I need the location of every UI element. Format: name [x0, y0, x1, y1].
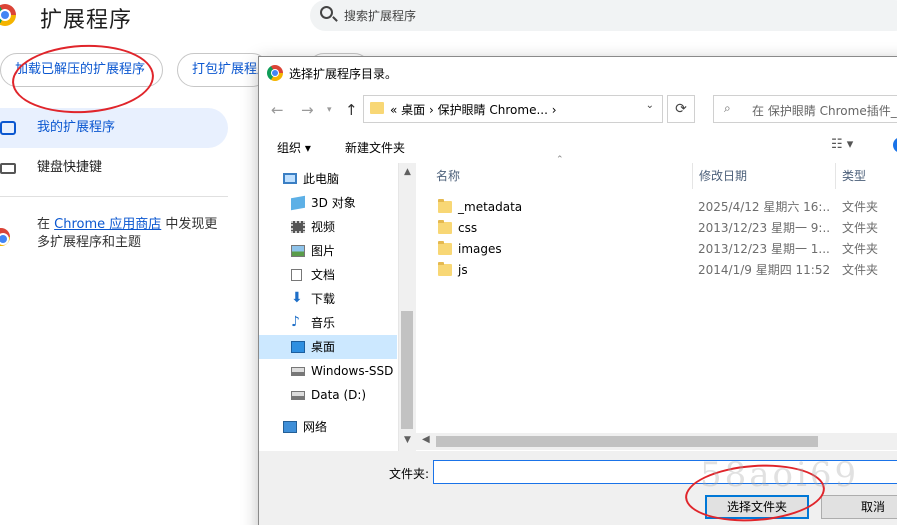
- file-row[interactable]: _metadata 2025/4/12 星期六 16:... 文件夹: [416, 197, 897, 218]
- search-icon: [320, 6, 333, 19]
- webstore-link[interactable]: Chrome 应用商店: [54, 217, 161, 232]
- document-icon: [291, 269, 302, 281]
- tree-item-3d-objects[interactable]: 3D 对象: [259, 191, 397, 215]
- chrome-logo-icon: [0, 4, 16, 26]
- navigation-scrollbar[interactable]: ▲ ▼: [399, 163, 416, 451]
- tree-item-desktop[interactable]: 桌面: [259, 335, 397, 359]
- scrollbar-thumb[interactable]: [401, 311, 413, 429]
- dialog-footer: 文件夹: 选择文件夹 取消: [259, 451, 897, 525]
- load-unpacked-button[interactable]: 加载已解压的扩展程序: [0, 53, 163, 87]
- dialog-search-placeholder: 在 保护眼睛 Chrome插件_: [752, 104, 897, 118]
- sidebar-divider: [0, 196, 228, 197]
- column-header-date[interactable]: 修改日期: [693, 163, 836, 189]
- folder-icon: [438, 220, 452, 234]
- music-icon: ♪: [291, 314, 300, 330]
- file-list-scrollbar[interactable]: ◀: [416, 433, 897, 450]
- tree-item-videos[interactable]: 视频: [259, 215, 397, 239]
- search-icon: ⌕: [724, 101, 731, 115]
- help-icon[interactable]: ?: [893, 137, 897, 153]
- new-folder-button[interactable]: 新建文件夹: [345, 139, 405, 156]
- dialog-toolbar: 组织 ▾ 新建文件夹 ☷ ▾ ?: [259, 133, 897, 161]
- pack-extension-button[interactable]: 打包扩展程序: [177, 53, 269, 87]
- scrollbar-thumb[interactable]: [436, 436, 818, 447]
- cube-icon: [291, 195, 305, 211]
- address-bar[interactable]: « 桌面 › 保护眼睛 Chrome... › ⌄: [363, 95, 663, 123]
- sidebar-item-my-extensions[interactable]: 我的扩展程序: [0, 108, 228, 148]
- extension-search-input[interactable]: 搜索扩展程序: [310, 0, 897, 31]
- drive-icon: [291, 391, 305, 400]
- select-directory-dialog: 选择扩展程序目录。 ← → ▾ ↑ « 桌面 › 保护眼睛 Chrome... …: [258, 56, 897, 525]
- tree-item-windows-ssd[interactable]: Windows-SSD: [259, 359, 397, 383]
- chevron-down-icon[interactable]: ⌄: [646, 100, 654, 111]
- network-icon: [283, 421, 297, 433]
- sidebar-item-label: 我的扩展程序: [37, 120, 116, 135]
- folder-icon: [438, 262, 452, 276]
- file-row[interactable]: js 2014/1/9 星期四 11:52 文件夹: [416, 260, 897, 281]
- chrome-icon: [267, 65, 283, 81]
- tree-item-pictures[interactable]: 图片: [259, 239, 397, 263]
- forward-arrow-icon[interactable]: →: [301, 101, 314, 119]
- scroll-down-icon[interactable]: ▼: [399, 435, 416, 445]
- tree-item-data-d[interactable]: Data (D:): [259, 383, 397, 407]
- download-icon: ⬇: [291, 290, 303, 306]
- tree-item-documents[interactable]: 文档: [259, 263, 397, 287]
- folder-icon: [370, 102, 384, 114]
- webstore-chrome-icon: [0, 228, 10, 246]
- video-icon: [291, 221, 305, 233]
- tree-item-downloads[interactable]: ⬇ 下载: [259, 287, 397, 311]
- sidebar-item-label: 键盘快捷键: [37, 160, 103, 175]
- folder-icon: [438, 241, 452, 255]
- scroll-up-icon[interactable]: ▲: [399, 167, 416, 177]
- search-placeholder: 搜索扩展程序: [344, 9, 417, 23]
- computer-icon: [283, 173, 297, 184]
- scroll-left-icon[interactable]: ◀: [422, 434, 430, 445]
- desktop-icon: [291, 341, 305, 353]
- column-header-name[interactable]: 名称: [416, 163, 693, 189]
- keyboard-icon: [0, 163, 16, 174]
- recent-locations-chevron-icon[interactable]: ▾: [327, 105, 332, 115]
- tree-item-music[interactable]: ♪ 音乐: [259, 311, 397, 335]
- file-row[interactable]: images 2013/12/23 星期一 1... 文件夹: [416, 239, 897, 260]
- cancel-button[interactable]: 取消: [821, 495, 897, 519]
- select-folder-button[interactable]: 选择文件夹: [705, 495, 809, 519]
- folder-icon: [438, 199, 452, 213]
- organize-button[interactable]: 组织 ▾: [277, 139, 311, 156]
- folder-label: 文件夹:: [389, 467, 430, 481]
- address-path: « 桌面 › 保护眼睛 Chrome... ›: [390, 103, 557, 117]
- refresh-button[interactable]: ⟳: [667, 95, 695, 123]
- dialog-search-input[interactable]: ⌕ 在 保护眼睛 Chrome插件_: [713, 95, 897, 123]
- tree-item-this-pc[interactable]: 此电脑: [259, 167, 397, 191]
- puzzle-icon: [0, 121, 16, 135]
- folder-name-input[interactable]: [433, 460, 897, 484]
- tree-item-network[interactable]: 网络: [259, 415, 397, 439]
- picture-icon: [291, 245, 305, 257]
- up-arrow-icon[interactable]: ↑: [345, 101, 358, 119]
- view-options-button[interactable]: ☷ ▾: [831, 137, 853, 152]
- drive-icon: [291, 367, 305, 376]
- webstore-promo: 在 Chrome 应用商店 中发现更多扩展程序和主题: [37, 217, 218, 250]
- navigation-pane: 此电脑 3D 对象 视频 图片 文档 ⬇ 下载 ♪ 音乐 桌面 Windows-…: [259, 163, 399, 451]
- file-row[interactable]: css 2013/12/23 星期一 9:... 文件夹: [416, 218, 897, 239]
- back-arrow-icon[interactable]: ←: [271, 101, 284, 119]
- column-header-type[interactable]: 类型: [836, 163, 897, 189]
- page-title: 扩展程序: [40, 8, 133, 33]
- sidebar-item-keyboard-shortcuts[interactable]: 键盘快捷键: [0, 148, 228, 188]
- dialog-title: 选择扩展程序目录。: [289, 67, 398, 81]
- file-list: ⌃ 名称 修改日期 类型 _metadata 2025/4/12 星期六 16:…: [416, 155, 897, 433]
